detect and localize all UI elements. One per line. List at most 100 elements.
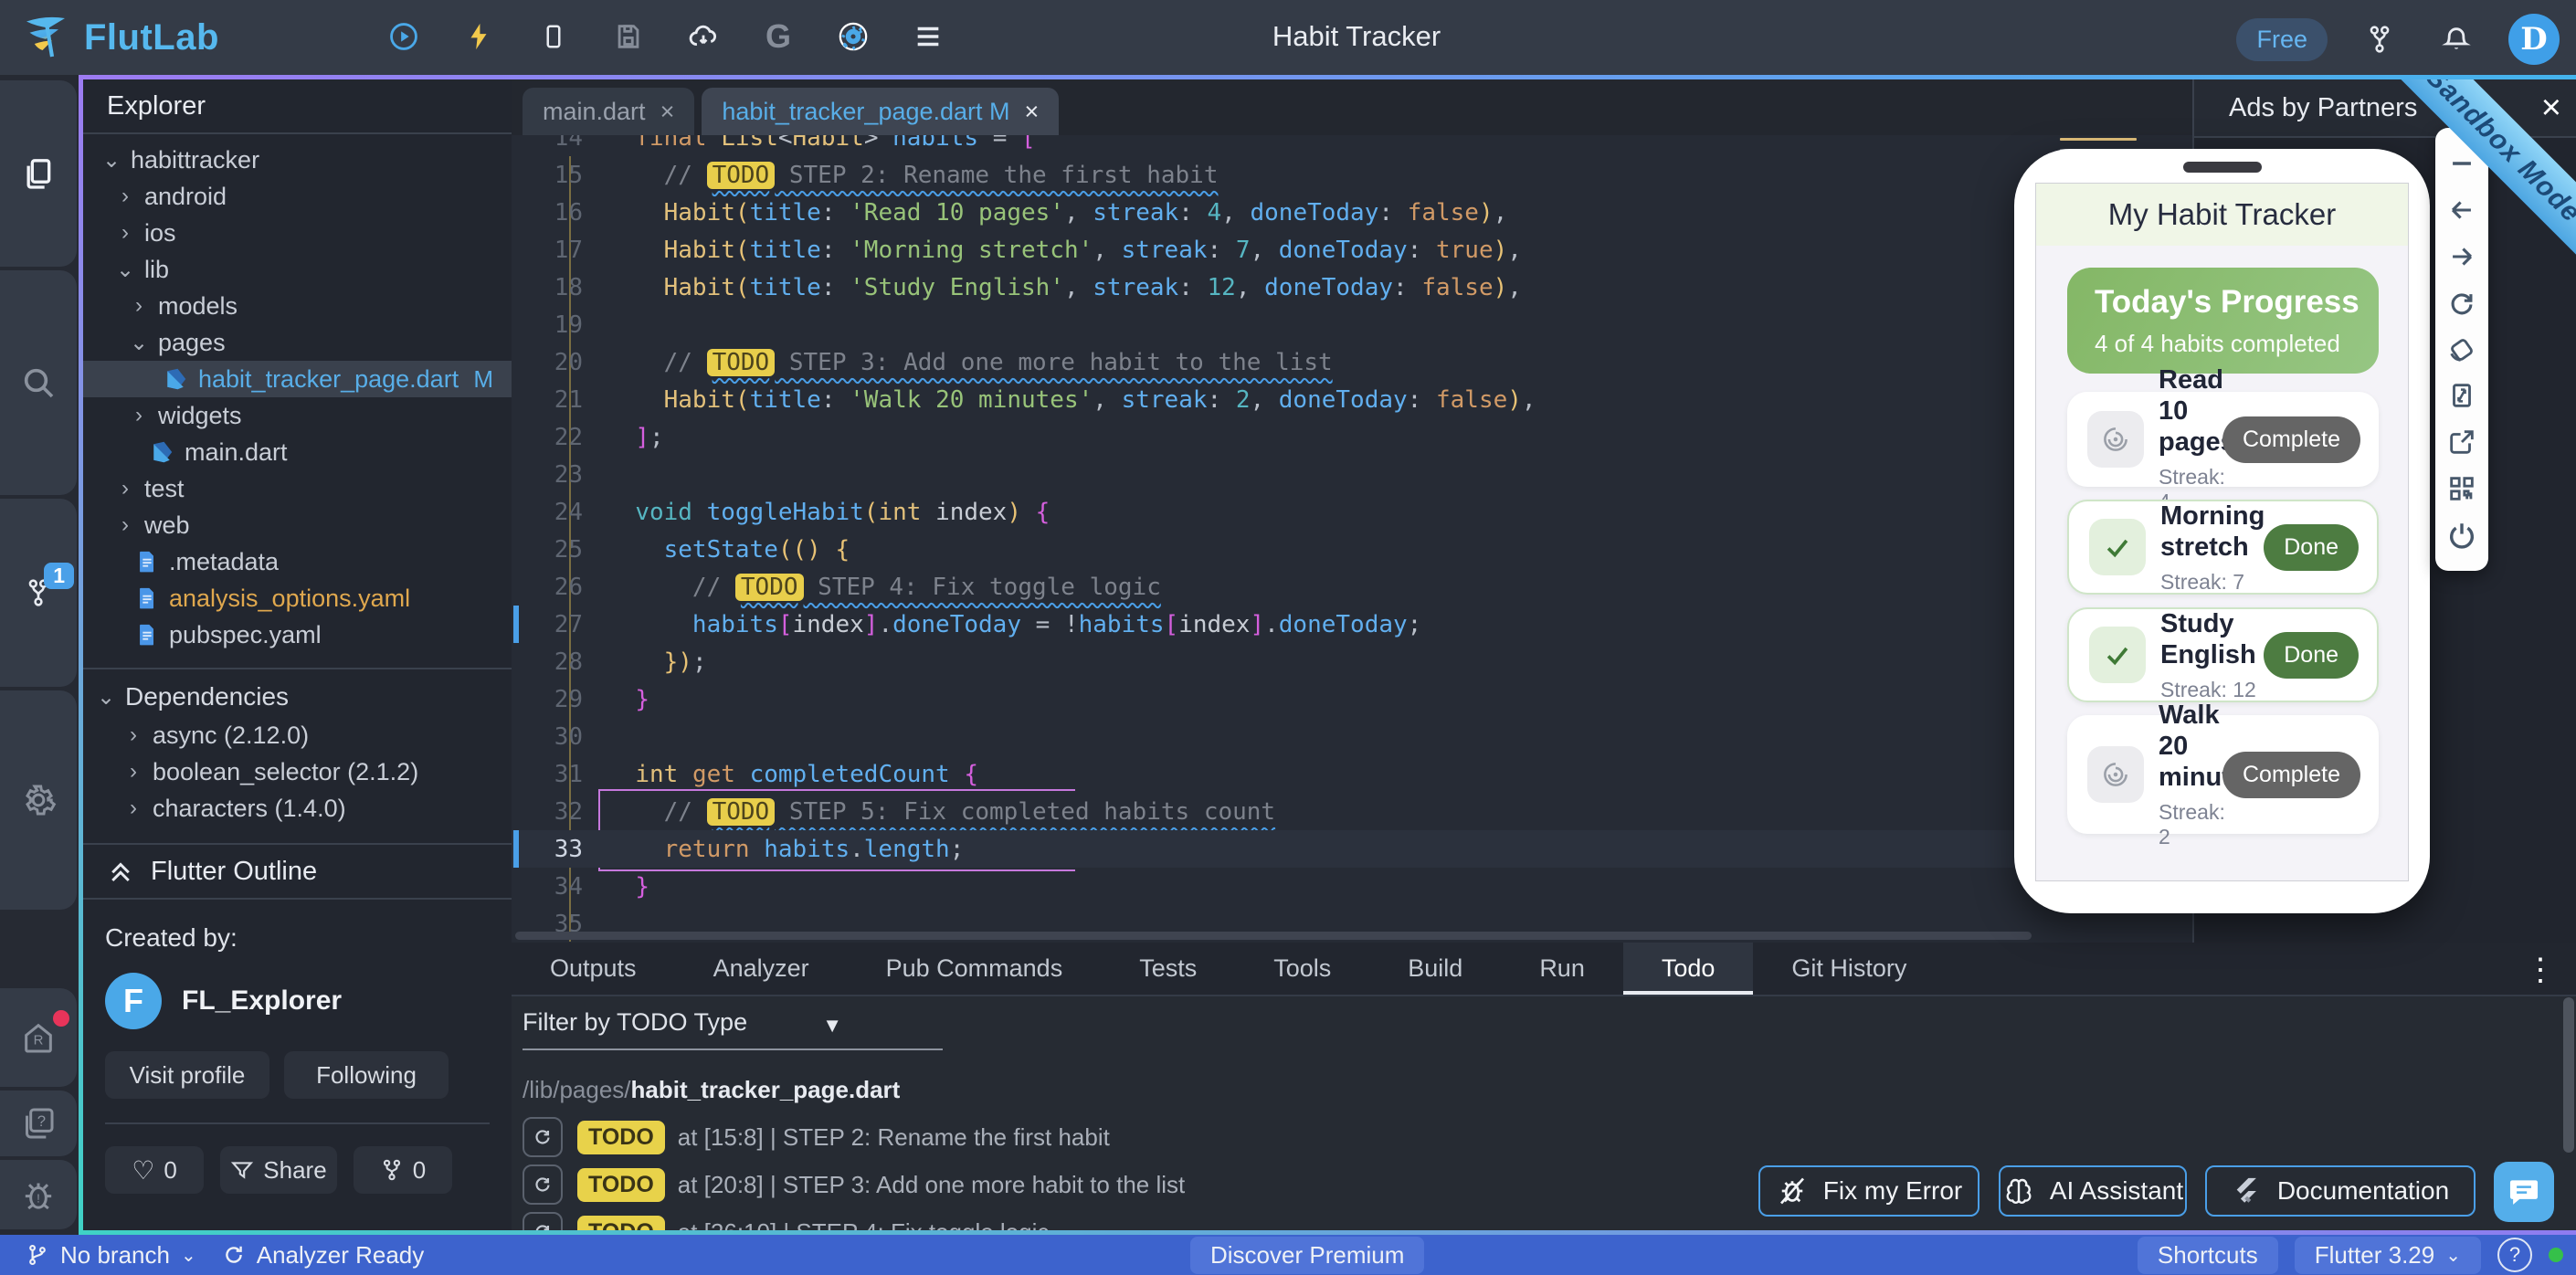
todo-item-1[interactable]: TODO at [15:8] | STEP 2: Rename the first… [523,1116,1110,1158]
shortcuts-button[interactable]: Shortcuts [2137,1236,2278,1274]
habit-action-button[interactable]: Done [2264,631,2359,679]
tree-item-lib[interactable]: ⌄ lib [83,251,512,288]
menu-icon[interactable] [903,12,953,61]
todo-filter[interactable]: Filter by TODO Type ▼ [523,1008,943,1050]
code-line-27[interactable]: 27 habits[index].doneToday = !habits[ind… [512,606,2192,643]
rail-item-debug[interactable]: ! [0,1160,77,1229]
bottom-tab-todo[interactable]: Todo [1622,943,1754,995]
editor-tab-habit-tracker-page-dart[interactable]: habit_tracker_page.dart M × [702,88,1060,135]
rail-item-search[interactable] [0,270,77,495]
code-line-30[interactable]: 30 [512,718,2192,755]
code-line-34[interactable]: 34 } [512,868,2192,905]
play-icon[interactable] [379,12,428,61]
code-line-31[interactable]: 31 int get completedCount { [512,755,2192,793]
documentation-button[interactable]: Documentation [2205,1165,2476,1217]
device-icon[interactable] [529,12,578,61]
tree-item-habittracker[interactable]: ⌄ habittracker [83,142,512,178]
git-branch-icon[interactable] [2355,15,2404,64]
notifications-bell-icon[interactable] [2432,15,2481,64]
chat-button[interactable] [2494,1162,2554,1222]
bottom-tab-build[interactable]: Build [1369,943,1501,995]
creator-name[interactable]: FL_Explorer [182,985,342,1017]
bottom-tab-analyzer[interactable]: Analyzer [675,943,848,995]
rail-item-help[interactable]: ? [0,1091,77,1156]
tree-item-pubspec-yaml[interactable]: pubspec.yaml [83,616,512,653]
rail-item-files[interactable] [0,80,77,267]
code-line-17[interactable]: 17 Habit(title: 'Morning stretch', strea… [512,231,2192,269]
tree-item-analysis-options-yaml[interactable]: analysis_options.yaml [83,580,512,616]
bottom-tab-git-history[interactable]: Git History [1753,943,1945,995]
user-avatar[interactable]: D [2508,14,2560,65]
code-line-16[interactable]: 16 Habit(title: 'Read 10 pages', streak:… [512,194,2192,231]
close-icon[interactable]: × [660,98,675,126]
dependency-item[interactable]: › characters (1.4.0) [83,790,512,827]
bottom-panel-scrollbar[interactable] [2563,997,2574,1153]
goto-todo-icon[interactable] [523,1117,563,1157]
tree-item--metadata[interactable]: .metadata [83,543,512,580]
fork-button[interactable]: 0 [354,1146,452,1194]
creator-avatar[interactable]: F [105,973,162,1029]
todo-item-2[interactable]: TODO at [20:8] | STEP 3: Add one more hab… [523,1164,1185,1206]
power-icon[interactable] [2446,520,2477,551]
close-icon[interactable]: × [1025,98,1040,126]
code-line-22[interactable]: 22 ]; [512,418,2192,456]
like-button[interactable]: ♡ 0 [105,1146,204,1194]
close-icon[interactable]: × [2541,89,2561,128]
go-refresh-icon[interactable]: G [754,12,803,61]
open-external-icon[interactable] [2446,427,2477,458]
analyzer-status[interactable]: Analyzer Ready [222,1241,424,1270]
code-line-15[interactable]: 15 // TODO STEP 2: Rename the first habi… [512,156,2192,194]
habit-action-button[interactable]: Done [2264,523,2359,571]
dependency-item[interactable]: › boolean_selector (2.1.2) [83,753,512,790]
resize-icon[interactable] [2446,380,2477,411]
cloud-download-icon[interactable] [679,12,728,61]
branch-status[interactable]: No branch ⌄ [26,1241,196,1270]
bottom-tab-pub-commands[interactable]: Pub Commands [848,943,1102,995]
code-line-29[interactable]: 29 } [512,680,2192,718]
code-line-21[interactable]: 21 Habit(title: 'Walk 20 minutes', strea… [512,381,2192,418]
rotate-icon[interactable] [2446,334,2477,365]
code-line-33[interactable]: 33 return habits.length; [512,830,2192,868]
gear-icon[interactable] [829,12,878,61]
goto-todo-icon[interactable] [523,1164,563,1205]
code-line-26[interactable]: 26 // TODO STEP 4: Fix toggle logic [512,568,2192,606]
help-icon[interactable]: ? [2497,1238,2532,1272]
tree-item-test[interactable]: › test [83,470,512,507]
qr-icon[interactable] [2446,473,2477,504]
bottom-tab-outputs[interactable]: Outputs [512,943,675,995]
code-line-19[interactable]: 19 [512,306,2192,343]
rail-item-settings[interactable] [0,690,77,910]
tree-item-web[interactable]: › web [83,507,512,543]
code-line-24[interactable]: 24 void toggleHabit(int index) { [512,493,2192,531]
bottom-tab-tools[interactable]: Tools [1235,943,1369,995]
editor-tab-main-dart[interactable]: main.dart × [523,88,695,135]
kebab-menu-icon[interactable]: ⋮ [2525,952,2556,988]
bottom-tab-tests[interactable]: Tests [1101,943,1235,995]
rail-item-home-r[interactable]: R [0,988,77,1087]
tree-item-widgets[interactable]: › widgets [83,397,512,434]
fix-my-error-button[interactable]: Fix my Error [1758,1165,1980,1217]
habit-action-button[interactable]: Complete [2222,416,2360,463]
dependencies-toggle[interactable]: ⌄ Dependencies [83,677,512,717]
share-button[interactable]: Share [220,1146,337,1194]
code-lines[interactable]: 14 final List<Habit> habits = [15 // TOD… [512,119,2192,943]
tree-item-ios[interactable]: › ios [83,215,512,251]
code-line-28[interactable]: 28 }); [512,643,2192,680]
code-line-25[interactable]: 25 setState(() { [512,531,2192,568]
discover-premium-button[interactable]: Discover Premium [1190,1236,1425,1274]
tree-item-android[interactable]: › android [83,178,512,215]
todo-item-3[interactable]: TODO at [26:10] | STEP 4: Fix toggle logi… [523,1211,1049,1230]
following-button[interactable]: Following [284,1051,449,1099]
flutter-outline-bar[interactable]: Flutter Outline [83,843,512,900]
tree-item-main-dart[interactable]: main.dart [83,434,512,470]
visit-profile-button[interactable]: Visit profile [105,1051,269,1099]
code-line-18[interactable]: 18 Habit(title: 'Study English', streak:… [512,269,2192,306]
goto-todo-icon[interactable] [523,1212,563,1230]
flutter-version-select[interactable]: Flutter 3.29 ⌄ [2294,1236,2481,1274]
editor-horizontal-scrollbar[interactable] [515,932,2032,940]
rail-item-git-branch[interactable]: 1 [0,499,77,687]
lightning-icon[interactable] [454,12,503,61]
tree-item-habit-tracker-page-dart[interactable]: habit_tracker_page.dart M [83,361,512,397]
dependency-item[interactable]: › async (2.12.0) [83,717,512,753]
ai-assistant-button[interactable]: AI Assistant [1999,1165,2187,1217]
